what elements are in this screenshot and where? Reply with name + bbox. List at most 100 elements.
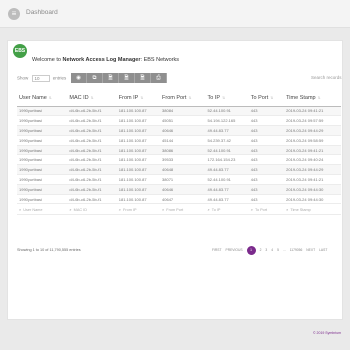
table-cell: d4-6b-c6-2b-5b-f1 bbox=[67, 115, 117, 127]
table-row[interactable]: 1990yurtbasi d4-6b-c6-2b-5b-f1 181.100.100… bbox=[17, 164, 341, 176]
table-cell: 45144 bbox=[160, 135, 206, 146]
welcome-suffix: : EBS Networks bbox=[140, 57, 180, 63]
table-cell: 443 bbox=[248, 164, 285, 176]
page-link[interactable]: 3 bbox=[265, 248, 267, 252]
column-header-label: To Port bbox=[250, 95, 269, 102]
table-cell: 181.100.100.87 bbox=[116, 194, 161, 205]
table-row[interactable]: 1990yurtbasi d4-6b-c6-2b-5b-f1 181.100.100… bbox=[17, 125, 341, 136]
table-cell: 443 bbox=[248, 125, 285, 136]
table-row[interactable]: 1990yurtbasi d4-6b-c6-2b-5b-f1 181.100.100… bbox=[17, 145, 341, 156]
show-label: Show bbox=[17, 75, 29, 81]
table-cell: 54.239.37.42 bbox=[205, 135, 249, 146]
table-cell: d4-6b-c6-2b-5b-f1 bbox=[67, 194, 117, 205]
table-cell: 181.100.100.87 bbox=[116, 184, 161, 195]
page-link[interactable]: 4 bbox=[271, 248, 273, 252]
column-filter-input[interactable]: ⌕ To Port bbox=[248, 203, 285, 216]
page-link: ... bbox=[282, 248, 286, 252]
column-filter-placeholder: MAC ID bbox=[73, 207, 87, 212]
column-visibility-button[interactable]: ◉ bbox=[71, 73, 87, 83]
search-icon: ⌕ bbox=[250, 206, 254, 212]
column-filter-input[interactable]: ⌕ User Name bbox=[17, 203, 68, 216]
table-cell: 1990yurtbasi bbox=[17, 106, 68, 117]
menu-icon[interactable]: ≡ bbox=[8, 8, 20, 20]
table-row[interactable]: 1990yurtbasi d4-6b-c6-2b-5b-f1 181.100.100… bbox=[17, 184, 341, 195]
column-filter-placeholder: User Name bbox=[23, 207, 43, 212]
table-cell: 2019-03-24 09:44:29 bbox=[284, 125, 341, 136]
column-header[interactable]: Time Stamp ⇅ bbox=[284, 91, 341, 107]
table-cell: 1990yurtbasi bbox=[17, 145, 68, 156]
table-cell: 2019-03-24 09:41:21 bbox=[284, 106, 341, 117]
search-icon: ⌕ bbox=[286, 206, 289, 212]
column-header[interactable]: MAC ID ⇅ bbox=[67, 91, 117, 107]
table-row[interactable]: 1990yurtbasi d4-6b-c6-2b-5b-f1 181.100.100… bbox=[17, 194, 341, 205]
table-body: 1990yurtbasi d4-6b-c6-2b-5b-f1 181.100.100… bbox=[17, 106, 341, 205]
sort-icon: ⇅ bbox=[270, 96, 274, 101]
table-cell: 443 bbox=[248, 106, 285, 117]
table-row[interactable]: 1990yurtbasi d4-6b-c6-2b-5b-f1 181.100.100… bbox=[17, 115, 341, 127]
column-filter-placeholder: To IP bbox=[211, 207, 221, 212]
table-row[interactable]: 1990yurtbasi d4-6b-c6-2b-5b-f1 181.100.100… bbox=[17, 135, 341, 146]
column-header[interactable]: From IP ⇅ bbox=[116, 91, 161, 107]
sort-icon: ⇅ bbox=[140, 96, 144, 101]
column-header-label: Time Stamp bbox=[286, 95, 316, 102]
table-cell: 52.44.100.91 bbox=[205, 106, 249, 117]
table-cell: 2019-03-24 09:41:21 bbox=[284, 174, 341, 185]
column-header[interactable]: User Name ⇅ bbox=[17, 91, 68, 107]
table-cell: d4-6b-c6-2b-5b-f1 bbox=[67, 164, 117, 176]
column-filter-input[interactable]: ⌕ Time Stamp bbox=[284, 203, 341, 216]
table-cell: 443 bbox=[248, 194, 285, 205]
export-toolbar: ◉ ⧉ 🗎 🗎 🗎 ⎙ bbox=[71, 73, 167, 83]
column-header[interactable]: To Port ⇅ bbox=[248, 91, 285, 107]
page-link[interactable]: FIRST bbox=[212, 248, 222, 252]
page-link[interactable]: 1179056 bbox=[290, 248, 303, 252]
table-cell: d4-6b-c6-2b-5b-f1 bbox=[67, 135, 117, 146]
page-link[interactable]: 2 bbox=[260, 248, 262, 252]
table-cell: d4-6b-c6-2b-5b-f1 bbox=[67, 184, 117, 195]
page-link[interactable]: PREVIOUS bbox=[226, 248, 243, 252]
table-cell: 181.100.100.87 bbox=[116, 115, 161, 127]
search-icon: ⌕ bbox=[69, 206, 72, 212]
breadcrumb[interactable]: Dashboard bbox=[26, 9, 58, 16]
column-filter-input[interactable]: ⌕ MAC ID bbox=[67, 203, 117, 216]
table-info: Showing 1 to 10 of 11,790,555 entries bbox=[17, 248, 81, 252]
table-cell: 1990yurtbasi bbox=[17, 174, 68, 185]
column-filter-input[interactable]: ⌕ To IP bbox=[205, 203, 249, 216]
page-link[interactable]: NEXT bbox=[306, 248, 315, 252]
table-cell: 443 bbox=[248, 135, 285, 146]
page-link[interactable]: LAST bbox=[319, 248, 327, 252]
table-cell: 181.100.100.87 bbox=[116, 154, 161, 166]
export-csv-button[interactable]: 🗎 bbox=[103, 73, 119, 83]
export-excel-button[interactable]: 🗎 bbox=[119, 73, 135, 83]
table-cell: 49.44.83.77 bbox=[205, 125, 249, 136]
search-icon: ⌕ bbox=[162, 206, 165, 212]
copy-button[interactable]: ⧉ bbox=[87, 73, 103, 83]
table-cell: 443 bbox=[248, 184, 285, 195]
table-cell: 181.100.100.87 bbox=[116, 164, 161, 176]
column-filter-placeholder: Time Stamp bbox=[290, 207, 311, 212]
page-link[interactable]: 5 bbox=[277, 248, 279, 252]
export-pdf-button[interactable]: 🗎 bbox=[135, 73, 151, 83]
file-icon: 🗎 bbox=[140, 75, 145, 81]
page-current[interactable]: 1 bbox=[246, 245, 256, 255]
table-cell: 1990yurtbasi bbox=[17, 164, 68, 176]
print-button[interactable]: ⎙ bbox=[151, 73, 167, 83]
search-input[interactable]: Search records bbox=[311, 75, 342, 80]
table-cell: 54.194.122.165 bbox=[205, 115, 249, 127]
table-cell: 181.100.100.87 bbox=[116, 125, 161, 136]
table-cell: d4-6b-c6-2b-5b-f1 bbox=[67, 145, 117, 156]
table-cell: d4-6b-c6-2b-5b-f1 bbox=[67, 125, 117, 136]
entries-select[interactable]: 10 bbox=[31, 75, 50, 82]
column-header[interactable]: To IP ⇅ bbox=[205, 91, 249, 107]
table-row[interactable]: 1990yurtbasi d4-6b-c6-2b-5b-f1 181.100.100… bbox=[17, 174, 341, 185]
table-row[interactable]: 1990yurtbasi d4-6b-c6-2b-5b-f1 181.100.100… bbox=[17, 106, 341, 117]
table-cell: 443 bbox=[248, 174, 285, 185]
column-filter-placeholder: From Port bbox=[166, 207, 184, 212]
table-row[interactable]: 1990yurtbasi d4-6b-c6-2b-5b-f1 181.100.100… bbox=[17, 154, 341, 166]
column-filter-input[interactable]: ⌕ From Port bbox=[160, 203, 206, 216]
column-header[interactable]: From Port ⇅ bbox=[160, 91, 206, 107]
column-filter-input[interactable]: ⌕ From IP bbox=[116, 203, 161, 216]
sort-icon: ⇅ bbox=[188, 96, 192, 101]
search-icon: ⌕ bbox=[19, 206, 22, 212]
table-cell: d4-6b-c6-2b-5b-f1 bbox=[67, 154, 117, 166]
table-cell: 172.164.154.23 bbox=[205, 154, 249, 166]
